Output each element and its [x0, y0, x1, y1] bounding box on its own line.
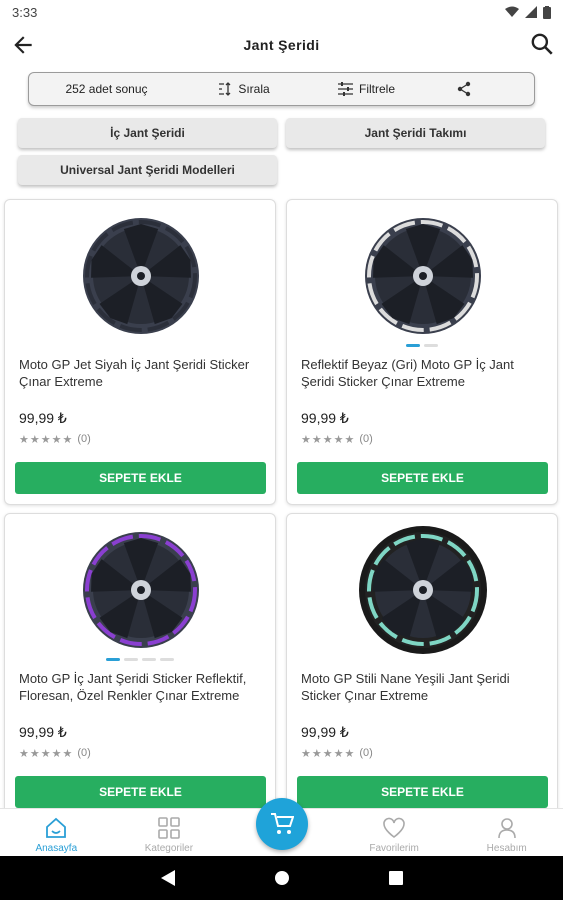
category-chip-ic-jant[interactable]: İç Jant Şeridi — [18, 118, 277, 148]
status-icons — [505, 5, 551, 19]
cart-icon — [271, 813, 294, 834]
nav-account[interactable]: Hesabım — [450, 809, 563, 856]
system-navigation-bar — [0, 856, 563, 900]
review-count: (0) — [359, 747, 373, 759]
product-price: 99,99 ₺ — [301, 410, 349, 426]
product-name[interactable]: Reflektif Beyaz (Gri) Moto GP İç Jant Şe… — [301, 356, 545, 390]
review-count: (0) — [77, 747, 91, 759]
product-card[interactable]: Moto GP İç Jant Şeridi Sticker Reflektif… — [4, 513, 276, 819]
product-price: 99,99 ₺ — [19, 410, 67, 426]
review-count: (0) — [359, 433, 373, 445]
wifi-icon — [505, 6, 519, 17]
category-chip-universal[interactable]: Universal Jant Şeridi Modelleri — [18, 155, 277, 185]
filter-icon — [337, 82, 353, 96]
star-rating-icon: ★★★★★ — [301, 434, 356, 446]
pager-dot — [124, 658, 138, 661]
signal-icon — [525, 6, 537, 18]
page-title: Jant Şeridi — [243, 37, 320, 53]
pager-dot — [142, 658, 156, 661]
back-arrow-icon[interactable] — [10, 32, 36, 58]
product-image[interactable] — [357, 524, 489, 656]
product-name[interactable]: Moto GP Jet Siyah İç Jant Şeridi Sticker… — [19, 356, 263, 390]
app-bar: Jant Şeridi — [0, 24, 563, 66]
add-to-cart-button[interactable]: SEPETE EKLE — [297, 462, 548, 494]
nav-categories-label: Kategoriler — [144, 843, 194, 854]
sort-icon — [219, 82, 231, 96]
product-card[interactable]: Moto GP Jet Siyah İç Jant Şeridi Sticker… — [4, 199, 276, 505]
share-button[interactable] — [429, 81, 499, 97]
review-count: (0) — [77, 433, 91, 445]
pager-dot — [160, 658, 174, 661]
category-chip-takim[interactable]: Jant Şeridi Takımı — [286, 118, 545, 148]
home-icon — [46, 817, 67, 838]
user-icon — [497, 818, 516, 839]
star-rating-icon: ★★★★★ — [19, 434, 74, 446]
grid-icon — [158, 817, 180, 839]
nav-back-icon[interactable] — [160, 870, 175, 886]
filter-label: Filtrele — [358, 82, 395, 96]
product-image[interactable] — [75, 524, 207, 656]
wheel-image — [83, 218, 199, 334]
share-icon — [457, 81, 471, 97]
nav-account-label: Hesabım — [486, 843, 527, 854]
nav-favorites-label: Favorilerim — [369, 843, 419, 854]
star-rating-icon: ★★★★★ — [301, 748, 356, 760]
nav-home-label: Anasayfa — [35, 843, 78, 854]
product-image[interactable] — [75, 210, 207, 342]
image-pager-dots — [5, 658, 275, 661]
pager-dot — [406, 344, 420, 347]
star-rating-icon: ★★★★★ — [19, 748, 74, 760]
wheel-image — [359, 526, 487, 654]
wheel-image — [365, 218, 481, 334]
product-price: 99,99 ₺ — [19, 724, 67, 740]
sort-label: Sırala — [238, 82, 270, 96]
add-to-cart-button[interactable]: SEPETE EKLE — [297, 776, 548, 808]
nav-home[interactable]: Anasayfa — [0, 809, 113, 856]
search-icon[interactable] — [529, 31, 555, 57]
product-price: 99,99 ₺ — [301, 724, 349, 740]
filter-button[interactable]: Filtrele — [304, 82, 429, 96]
sort-button[interactable]: Sırala — [184, 82, 304, 96]
pager-dot — [424, 344, 438, 347]
product-rating: ★★★★★ (0) — [19, 747, 91, 760]
product-image[interactable] — [357, 210, 489, 342]
nav-recents-icon[interactable] — [388, 871, 403, 885]
battery-icon — [543, 5, 551, 19]
product-name[interactable]: Moto GP Stili Nane Yeşili Jant Şeridi St… — [301, 670, 545, 704]
add-to-cart-button[interactable]: SEPETE EKLE — [15, 776, 266, 808]
status-time: 3:33 — [12, 4, 38, 20]
product-name[interactable]: Moto GP İç Jant Şeridi Sticker Reflektif… — [19, 670, 263, 704]
pager-dot — [106, 658, 120, 661]
wheel-image — [83, 532, 199, 648]
results-toolbar: 252 adet sonuç Sırala Filtrele — [28, 72, 535, 106]
product-rating: ★★★★★ (0) — [301, 433, 373, 446]
product-card[interactable]: Moto GP Stili Nane Yeşili Jant Şeridi St… — [286, 513, 558, 819]
nav-home-circle-icon[interactable] — [274, 871, 289, 885]
heart-icon — [383, 817, 405, 838]
status-bar: 3:33 — [0, 0, 563, 24]
result-count: 252 adet sonuç — [65, 82, 148, 96]
nav-favorites[interactable]: Favorilerim — [338, 809, 451, 856]
nav-categories[interactable]: Kategoriler — [113, 809, 226, 856]
cart-fab-button[interactable] — [256, 798, 308, 850]
product-card[interactable]: Reflektif Beyaz (Gri) Moto GP İç Jant Şe… — [286, 199, 558, 505]
product-rating: ★★★★★ (0) — [301, 747, 373, 760]
image-pager-dots — [287, 344, 557, 347]
product-rating: ★★★★★ (0) — [19, 433, 91, 446]
add-to-cart-button[interactable]: SEPETE EKLE — [15, 462, 266, 494]
